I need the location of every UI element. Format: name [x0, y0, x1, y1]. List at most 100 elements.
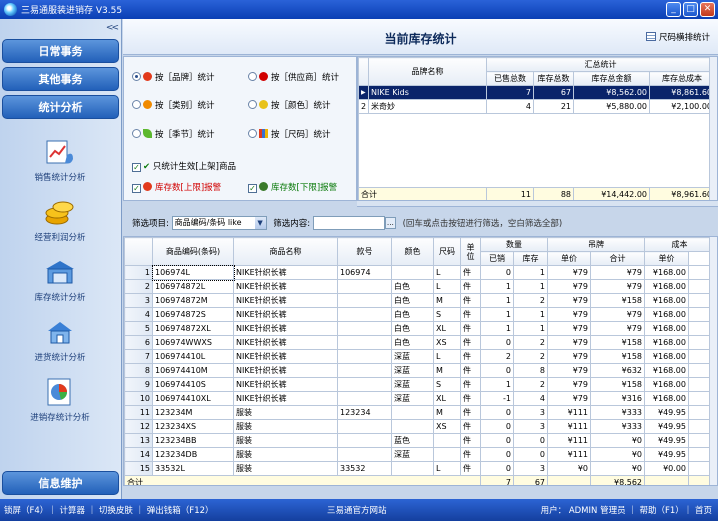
table-row[interactable]: 10 106974410XL NIKE针织长裤 深蓝 XL 件 -1 4 ¥79 ¥316 ¥168…: [124, 391, 715, 406]
app-logo-icon: [4, 3, 17, 16]
brand-summary-table: 品牌名称 汇总统计 已售总数 库存总数 库存总金额 库存总成本 ▶ NIKE K…: [357, 56, 718, 201]
sidebar-item-sales-analysis[interactable]: 销售统计分析: [4, 137, 116, 183]
filter-bar: 筛选项目: 商品编码/条码 like ▼ 筛选内容: … (回车或点击按钮进行筛选…: [123, 216, 718, 236]
nav-daily-affairs[interactable]: 日常事务: [2, 39, 119, 63]
table-row[interactable]: 7 106974410L NIKE针织长裤 深蓝 L 件 2 2 ¥79 ¥158 ¥168.00: [124, 349, 715, 364]
radio-unchecked-icon: [248, 129, 257, 138]
size-horizontal-stats-button[interactable]: 尺码横排统计: [645, 31, 710, 43]
collapse-sidebar-icon[interactable]: <<: [106, 23, 119, 33]
col-subtotal[interactable]: 合计: [590, 251, 645, 266]
panel-splitter[interactable]: [357, 201, 718, 207]
col-cost-price[interactable]: 单价: [644, 251, 689, 266]
col-stock-cost[interactable]: 库存总成本: [649, 71, 715, 86]
page-header: 当前库存统计 尺码横排统计: [123, 19, 718, 55]
filter-field-select[interactable]: 商品编码/条码 like ▼: [171, 216, 267, 230]
sidebar-item-label: 进销存统计分析: [30, 413, 90, 423]
filter-content-input[interactable]: [312, 216, 385, 230]
page-title: 当前库存统计: [384, 32, 457, 46]
table-row[interactable]: 8 106974410M NIKE针织长裤 深蓝 M 件 0 8 ¥79 ¥632 ¥168.00: [124, 363, 715, 378]
table-row[interactable]: 2 106974872L NIKE针织长裤 白色 L 件 1 1 ¥79 ¥79 ¥168.00: [124, 279, 715, 294]
stats-options-panel: 按［品牌］统计 按［供应商］统计 按［类别］统计 按［颜色］统计 按［季节］统计…: [123, 56, 357, 201]
radio-by-color[interactable]: 按［颜色］统计: [248, 99, 331, 111]
sales-chart-icon: [46, 140, 73, 164]
title-bar: 三易通服装进销存 V3.55 _ □ ✕: [0, 0, 718, 19]
group-tag-price: 吊牌: [547, 237, 645, 252]
sidebar-item-purchase-analysis[interactable]: 进货统计分析: [4, 317, 116, 363]
col-stock[interactable]: 库存: [513, 251, 548, 266]
col-stock-amount[interactable]: 库存总金额: [573, 71, 650, 86]
table-row[interactable]: 12 123234XS 服装 XS 件 0 3 ¥111 ¥333 ¥49.95: [124, 419, 715, 434]
table-row[interactable]: 14 123234DB 服装 深蓝件 0 0 ¥111 ¥0 ¥49.95: [124, 447, 715, 462]
radio-by-supplier[interactable]: 按［供应商］统计: [248, 71, 339, 83]
sidebar-item-inventory-flow-analysis[interactable]: 进销存统计分析: [4, 377, 116, 423]
col-product-code[interactable]: 商品编码(条码): [152, 237, 234, 266]
official-site-link[interactable]: 三易通官方网站: [327, 504, 387, 516]
leaf-icon: [143, 129, 152, 138]
sidebar-item-profit-analysis[interactable]: 经营利润分析: [4, 197, 116, 243]
filter-content-label: 筛选内容:: [273, 219, 311, 229]
nav-statistics[interactable]: 统计分析: [2, 95, 119, 119]
close-button[interactable]: ✕: [700, 2, 715, 17]
col-stock-total[interactable]: 库存总数: [533, 71, 574, 86]
filter-go-button[interactable]: …: [384, 217, 396, 229]
upper-limit-alarm-checkbox[interactable]: ✓ 库存数[上限]报警: [132, 181, 221, 193]
radio-by-brand[interactable]: 按［品牌］统计: [132, 71, 215, 83]
col-sold[interactable]: 已销: [480, 251, 514, 266]
orange-icon: [143, 100, 152, 109]
cherry-icon: [259, 72, 268, 81]
lower-limit-alarm-checkbox[interactable]: ✓ 库存数[下限]报警: [248, 181, 337, 193]
col-product-name[interactable]: 商品名称: [233, 237, 338, 266]
radio-by-season[interactable]: 按［季节］统计: [132, 128, 215, 140]
col-unit[interactable]: 单位: [460, 237, 481, 266]
table-row[interactable]: 6 106974WWXS NIKE针织长裤 白色 XS 件 0 2 ¥79 ¥158 ¥168.00: [124, 335, 715, 350]
table-row[interactable]: 2 米奇妙 4 21 ¥5,880.00 ¥2,100.00: [358, 99, 715, 114]
sidebar-item-label: 库存统计分析: [34, 293, 86, 303]
checkbox-checked-icon: ✓: [132, 163, 141, 172]
checkmark-icon: ✔: [143, 162, 151, 172]
col-size[interactable]: 尺码: [433, 237, 461, 266]
radio-unchecked-icon: [132, 100, 141, 109]
table-row[interactable]: 11 123234M 服装 123234 M 件 0 3 ¥111 ¥333 ¥49.95: [124, 405, 715, 420]
table-row[interactable]: 9 106974410S NIKE针织长裤 深蓝 S 件 1 2 ¥79 ¥158 ¥168.00: [124, 377, 715, 392]
coins-icon: [45, 201, 74, 225]
filter-item-label: 筛选项目:: [132, 219, 169, 229]
grid-scrollbar[interactable]: [709, 237, 717, 485]
status-bar: 锁屏（F4）｜ 计算器 ｜ 切换皮肤 ｜ 弹出钱箱（F12） 三易通官方网站 用…: [0, 499, 718, 521]
sidebar-item-label: 进货统计分析: [34, 353, 86, 363]
col-unit-price[interactable]: 单价: [547, 251, 591, 266]
col-style-no[interactable]: 款号: [337, 237, 392, 266]
minimize-button[interactable]: _: [666, 2, 681, 17]
col-color[interactable]: 颜色: [391, 237, 434, 266]
table-row[interactable]: 13 123234BB 服装 蓝色件 0 0 ¥111 ¥0 ¥49.95: [124, 433, 715, 448]
table-row[interactable]: 3 106974872M NIKE针织长裤 白色 M 件 1 2 ¥79 ¥158 ¥168.00: [124, 293, 715, 308]
sidebar-item-label: 经营利润分析: [34, 233, 86, 243]
table-row[interactable]: 5 106974872XL NIKE针织长裤 白色 XL 件 1 1 ¥79 ¥79 ¥168.00: [124, 321, 715, 336]
radio-by-category[interactable]: 按［类别］统计: [132, 99, 215, 111]
chevron-down-icon: ▼: [254, 217, 266, 229]
filter-hint: (回车或点击按钮进行筛选，空白筛选全部): [402, 219, 563, 229]
table-row[interactable]: 4 106974872S NIKE针织长裤 白色 S 件 1 1 ¥79 ¥79 ¥168.00: [124, 307, 715, 322]
nav-other-affairs[interactable]: 其他事务: [2, 67, 119, 91]
col-sold-total[interactable]: 已售总数: [486, 71, 534, 86]
table-row[interactable]: 15 33532L 服装 33532 L 件 0 3 ¥0 ¥0 ¥0.00: [124, 461, 715, 476]
radio-by-size[interactable]: 按［尺码］统计: [248, 128, 331, 140]
status-user-help[interactable]: 用户： ADMIN 管理员 ｜ 帮助（F1）｜ 首页: [541, 504, 712, 516]
only-active-products-checkbox[interactable]: ✓ ✔ 只统计生效[上架]商品: [132, 160, 236, 172]
pie-report-icon: [47, 378, 71, 406]
col-brand-name[interactable]: 品牌名称: [368, 57, 487, 86]
house-icon: [48, 322, 72, 344]
table-row[interactable]: 1 106974L NIKE针织长裤 106974 L 件 0 1 ¥79 ¥79 ¥168.00: [124, 264, 715, 281]
maximize-button[interactable]: □: [683, 2, 698, 17]
nav-info-maintenance[interactable]: 信息维护: [2, 471, 119, 495]
status-shortcuts[interactable]: 锁屏（F4）｜ 计算器 ｜ 切换皮肤 ｜ 弹出钱箱（F12）: [4, 504, 214, 516]
radio-checked-icon: [132, 72, 141, 81]
group-summary-header: 汇总统计: [486, 57, 715, 72]
radio-unchecked-icon: [132, 129, 141, 138]
grid-icon: [645, 32, 656, 41]
window-title: 三易通服装进销存 V3.55: [21, 6, 123, 16]
brand-table-scrollbar[interactable]: [709, 57, 717, 200]
table-row[interactable]: ▶ NIKE Kids 7 67 ¥8,562.00 ¥8,861.60: [358, 85, 715, 100]
group-quantity: 数量: [480, 237, 548, 252]
sidebar-item-stock-analysis[interactable]: 库存统计分析: [4, 257, 116, 303]
radio-unchecked-icon: [248, 100, 257, 109]
